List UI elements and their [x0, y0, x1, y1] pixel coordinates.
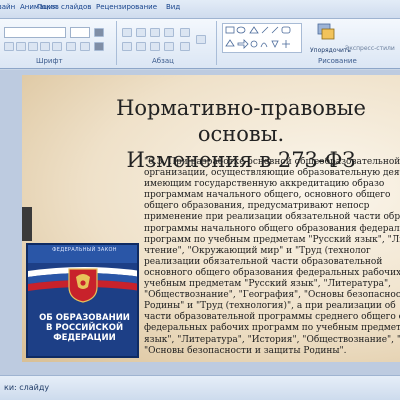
columns-button[interactable] [180, 42, 190, 51]
book-title-line3: ФЕДЕРАЦИИ [53, 333, 116, 343]
body-line: основного общего образования федеральных… [144, 267, 400, 278]
shapes-icon [225, 26, 291, 49]
divider [116, 21, 117, 65]
body-line: программы начального общего образования … [144, 223, 400, 234]
body-line: части образовательной программы среднего… [144, 312, 400, 323]
slide-title-line1: Нормативно-правовые основы. [116, 96, 366, 146]
body-line: организации, осуществляющие образователь… [144, 168, 400, 179]
strike-button[interactable] [40, 42, 50, 51]
justify-button[interactable] [164, 42, 174, 51]
bold-button[interactable] [4, 42, 14, 51]
italic-button[interactable] [16, 42, 26, 51]
shadow-button[interactable] [52, 42, 62, 51]
body-line: чтение", "Окружающий мир" и "Труд (техно… [144, 245, 371, 256]
status-notes-text[interactable]: ки: слайду [4, 383, 49, 392]
case-button[interactable] [80, 42, 90, 51]
body-line: язык", "Литература", "История", "Обществ… [144, 334, 400, 345]
divider [216, 21, 217, 65]
body-line: имеющим государственную аккредитацию обр… [144, 179, 385, 190]
status-bar: ки: слайду [0, 375, 400, 400]
ribbon: Шрифт Абзац Упорядочить Экспресс-стили Р… [0, 19, 400, 69]
book-title-line1: ОБ ОБРАЗОВАНИИ [39, 313, 130, 323]
body-line: учебным предметам "Русский язык", "Литер… [144, 279, 391, 290]
slide[interactable]: Нормативно-правовые основы. Изменения в … [22, 75, 400, 362]
tab-design[interactable]: Дизайн [0, 3, 15, 11]
font-size-box[interactable] [70, 27, 90, 38]
numbering-button[interactable] [136, 28, 146, 37]
tab-view[interactable]: Вид [166, 3, 180, 11]
slide-body-text[interactable]: "6.3. При разработке основной общеобразо… [144, 157, 400, 362]
body-line: программ по учебным предметам "Русский я… [144, 234, 400, 245]
font-color-button[interactable] [94, 42, 104, 51]
align-right-button[interactable] [150, 42, 160, 51]
text-direction-button[interactable] [196, 35, 206, 44]
tab-slide-show[interactable]: Показ слайдов [37, 3, 91, 11]
body-line: общего образования, предусматривают непо… [144, 201, 370, 212]
body-line: реализации обязательной части образовате… [144, 256, 383, 267]
body-line: Родины" и "Труд (технология)", а при реа… [144, 301, 396, 312]
book-title-line2: В РОССИЙСКОЙ [45, 323, 124, 333]
coat-of-arms-icon [68, 268, 98, 303]
body-line: "6.3. При разработке основной общеобразо… [144, 157, 400, 167]
grow-font-button[interactable] [94, 28, 104, 37]
spacing-button[interactable] [66, 42, 76, 51]
body-line: применение при реализации обязательной ч… [144, 212, 400, 223]
tab-review[interactable]: Рецензирование [96, 3, 157, 11]
line-spacing-button[interactable] [180, 28, 190, 37]
group-label-font: Шрифт [36, 57, 63, 65]
slide-canvas: Нормативно-правовые основы. Изменения в … [0, 70, 400, 375]
book-kicker: ФЕДЕРАЛЬНЫЙ ЗАКОН [52, 247, 117, 253]
ribbon-tab-bar: Дизайн Анимация Показ слайдов Рецензиров… [0, 0, 400, 19]
underline-button[interactable] [28, 42, 38, 51]
body-line: "Обществознание", "География", "Основы б… [144, 290, 400, 301]
arrange-icon [317, 23, 335, 40]
arrange-button[interactable]: Упорядочить [310, 21, 351, 61]
decorative-band [22, 207, 32, 241]
font-name-box[interactable] [4, 27, 66, 38]
decrease-indent-button[interactable] [150, 28, 160, 37]
bullets-button[interactable] [122, 28, 132, 37]
align-left-button[interactable] [122, 42, 132, 51]
group-label-drawing: Рисование [318, 57, 357, 65]
body-line: федеральных рабочих программ по учебным … [144, 323, 400, 334]
increase-indent-button[interactable] [164, 28, 174, 37]
book-title: ОБ ОБРАЗОВАНИИ В РОССИЙСКОЙ ФЕДЕРАЦИИ [30, 313, 137, 343]
shapes-gallery[interactable] [222, 23, 302, 53]
quick-styles-label[interactable]: Экспресс-стили [345, 45, 395, 52]
body-line: программам начального общего, основного … [144, 190, 391, 201]
body-line: "Основы безопасности и защиты Родины". [144, 345, 347, 356]
align-center-button[interactable] [136, 42, 146, 51]
law-book-cover-image: ФЕДЕРАЛЬНЫЙ ЗАКОН ОБ ОБРАЗОВАНИИ В РОССИ… [26, 243, 139, 358]
group-label-paragraph: Абзац [152, 57, 174, 65]
